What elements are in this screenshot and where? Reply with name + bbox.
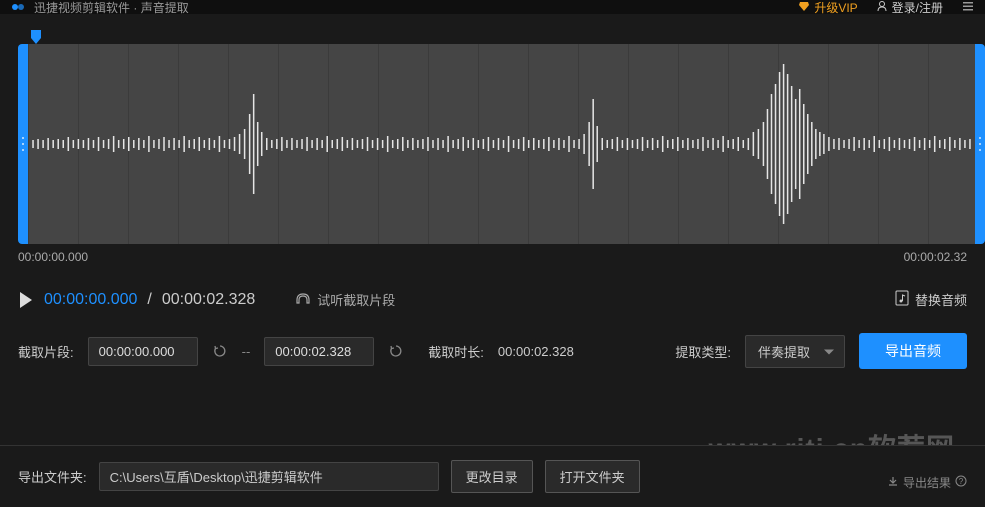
app-logo-icon xyxy=(10,0,26,15)
waveform-container: 00:00:00.000 00:00:02.32 xyxy=(0,29,985,264)
extract-type-value: 伴奏提取 xyxy=(758,342,810,361)
extract-type-label: 提取类型: xyxy=(675,342,731,361)
diamond-icon xyxy=(798,0,810,15)
title-left: 迅捷视频剪辑软件 · 声音提取 xyxy=(10,0,189,16)
open-folder-button[interactable]: 打开文件夹 xyxy=(545,460,640,493)
trim-handle-right[interactable] xyxy=(975,44,985,244)
export-audio-button[interactable]: 导出音频 xyxy=(859,333,967,369)
replace-audio-button[interactable]: 替换音频 xyxy=(895,290,967,309)
bottom-bar: 导出文件夹: 更改目录 打开文件夹 导出结果 ? xyxy=(0,445,985,507)
playhead-marker[interactable] xyxy=(30,29,42,45)
segment-end-input[interactable] xyxy=(264,337,374,366)
segment-separator: -- xyxy=(242,344,251,359)
app-title: 迅捷视频剪辑软件 · 声音提取 xyxy=(34,0,189,16)
current-time: 00:00:00.000 xyxy=(44,291,137,309)
reset-end-icon[interactable] xyxy=(388,343,404,359)
export-result-link[interactable]: 导出结果 ? xyxy=(887,474,967,491)
time-separator: / xyxy=(147,291,151,309)
play-button[interactable] xyxy=(18,291,34,309)
title-bar: 迅捷视频剪辑软件 · 声音提取 升级VIP 登录/注册 xyxy=(0,0,985,14)
music-file-icon xyxy=(895,290,909,309)
trim-handle-left[interactable] xyxy=(18,44,28,244)
segment-row: 截取片段: -- 截取时长: 00:00:02.328 提取类型: 伴奏提取 导… xyxy=(0,309,985,369)
total-time: 00:00:02.328 xyxy=(162,291,255,309)
help-icon: ? xyxy=(955,475,967,490)
output-folder-path[interactable] xyxy=(99,462,439,491)
preview-segment-button[interactable]: 试听截取片段 xyxy=(295,290,395,309)
change-directory-button[interactable]: 更改目录 xyxy=(451,460,533,493)
duration-label: 截取时长: xyxy=(428,342,484,361)
time-end-label: 00:00:02.32 xyxy=(904,250,967,264)
user-icon xyxy=(876,0,888,15)
segment-label: 截取片段: xyxy=(18,342,74,361)
menu-icon[interactable] xyxy=(961,0,975,16)
export-icon xyxy=(887,475,899,490)
playback-row: 00:00:00.000 / 00:00:02.328 试听截取片段 替换音频 xyxy=(0,272,985,309)
title-right: 升级VIP 登录/注册 xyxy=(798,0,975,16)
login-link[interactable]: 登录/注册 xyxy=(876,0,943,16)
vip-link[interactable]: 升级VIP xyxy=(798,0,857,16)
reset-start-icon[interactable] xyxy=(212,343,228,359)
extract-type-select[interactable]: 伴奏提取 xyxy=(745,335,845,368)
duration-value: 00:00:02.328 xyxy=(498,344,574,359)
output-folder-label: 导出文件夹: xyxy=(18,467,87,486)
playback-left: 00:00:00.000 / 00:00:02.328 试听截取片段 xyxy=(18,290,395,309)
waveform-display[interactable] xyxy=(28,44,975,244)
time-labels: 00:00:00.000 00:00:02.32 xyxy=(0,244,985,264)
waveform-track[interactable] xyxy=(18,29,985,244)
svg-text:?: ? xyxy=(959,477,964,486)
headphone-icon xyxy=(295,290,311,309)
waveform-svg xyxy=(28,44,975,244)
segment-start-input[interactable] xyxy=(88,337,198,366)
time-start-label: 00:00:00.000 xyxy=(18,250,88,264)
